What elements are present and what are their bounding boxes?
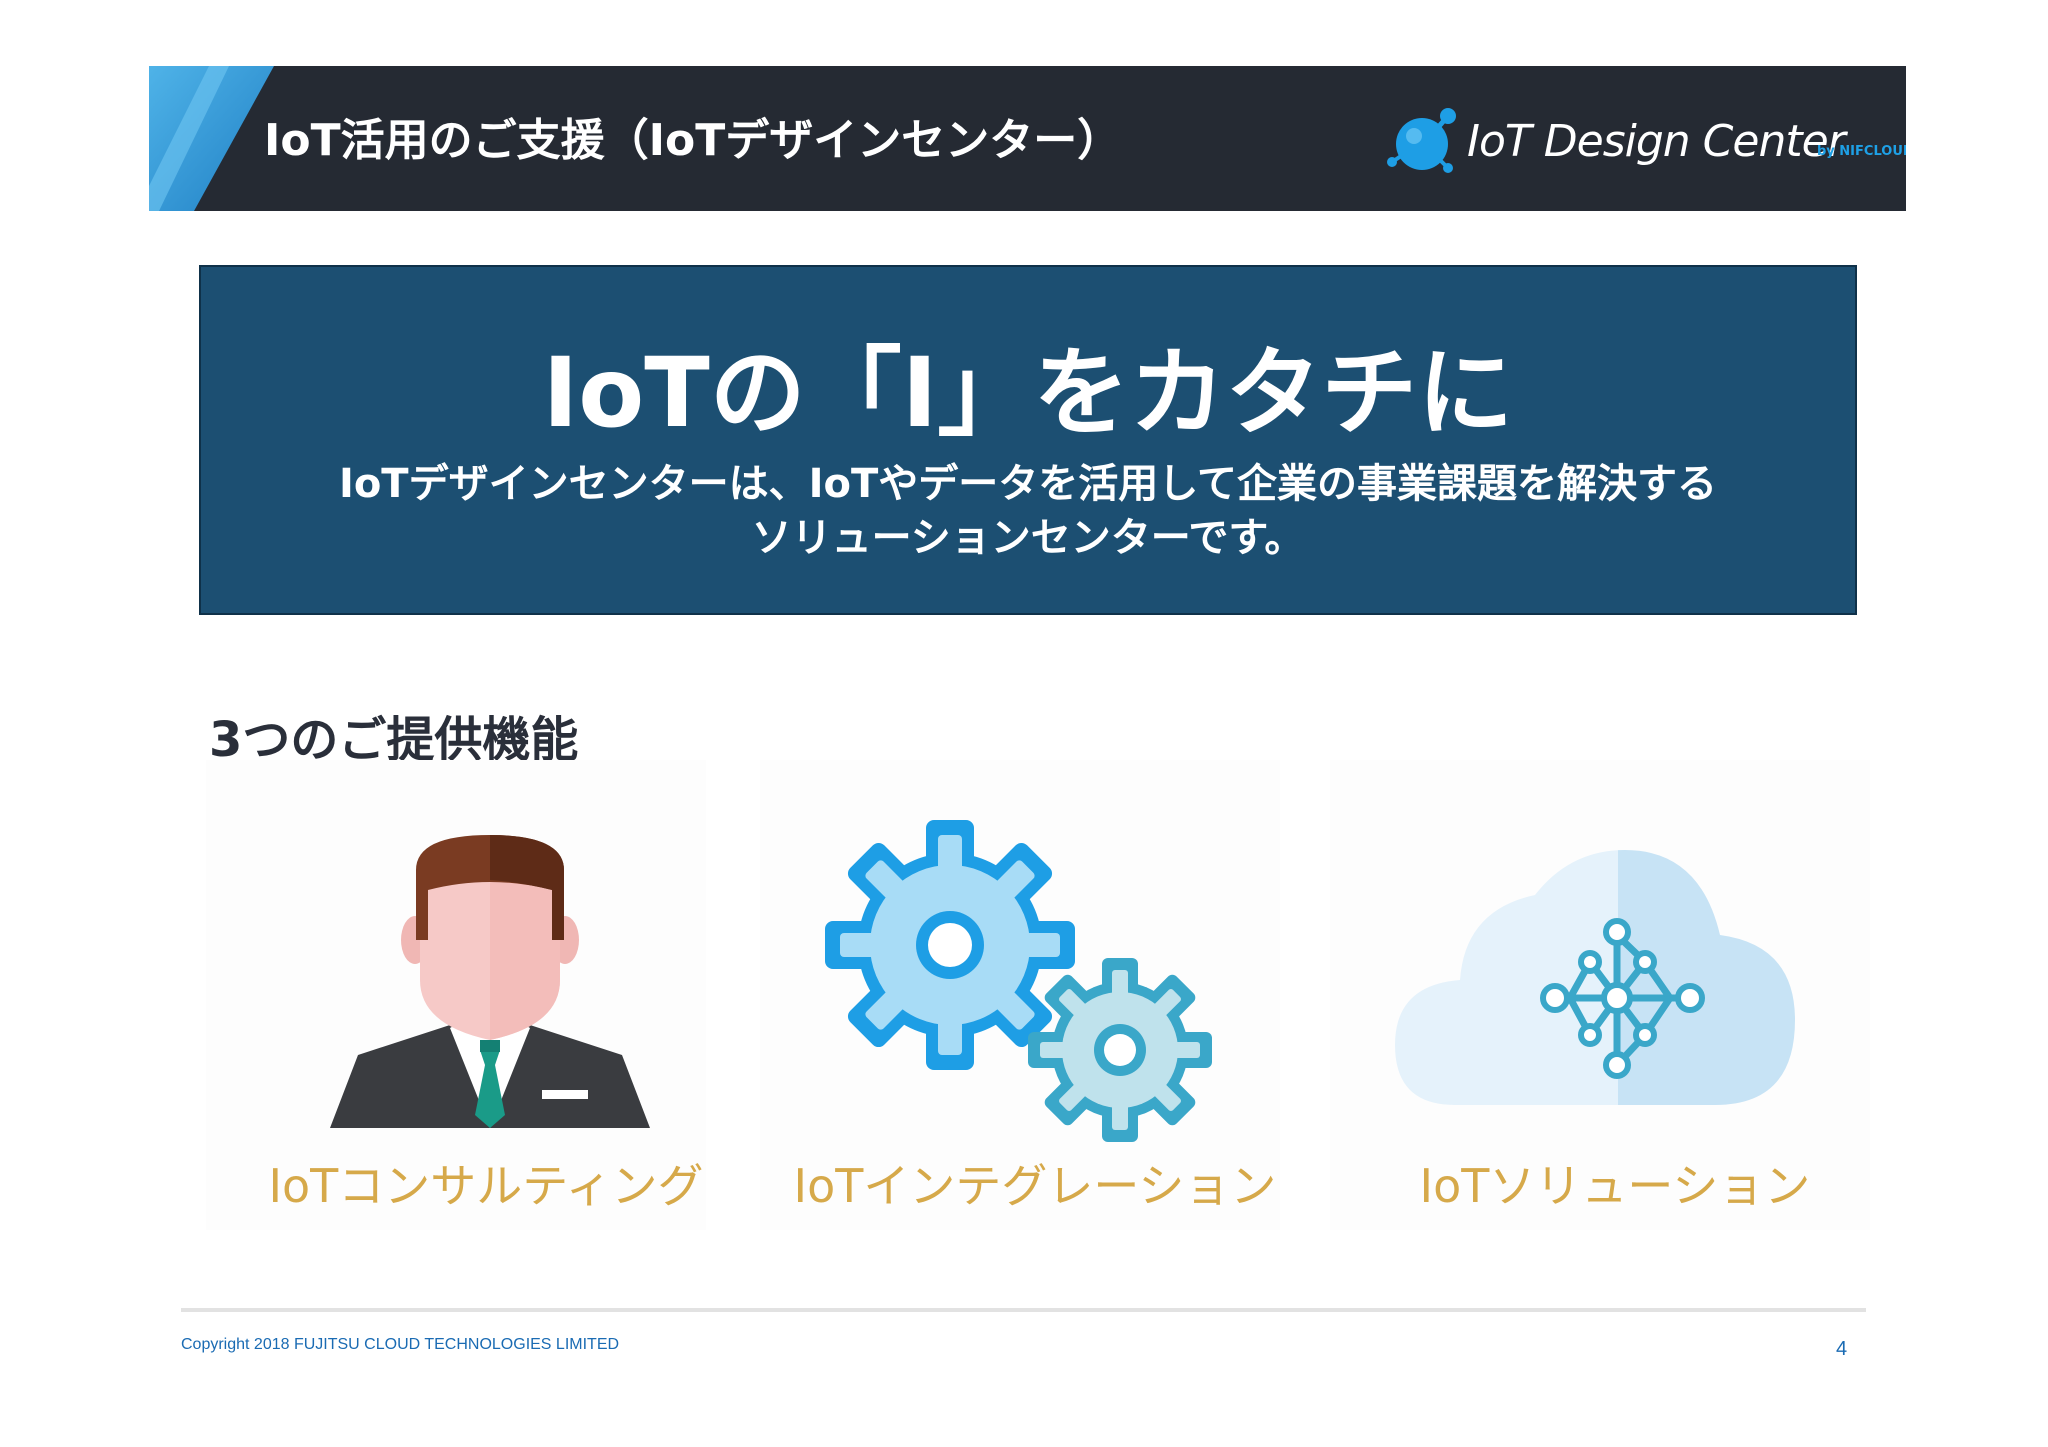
- consultant-icon: [330, 835, 650, 1128]
- hero-subtitle-line1: IoTデザインセンターは、IoTやデータを活用して企業の事業課題を解決する: [338, 461, 1718, 507]
- feature-label-solution: IoTソリューション: [1419, 1159, 1811, 1213]
- logo-text: IoT Design Center: [1467, 116, 1846, 167]
- header-bar: IoT活用のご支援（IoTデザインセンター） IoT Design Center…: [149, 66, 1906, 211]
- copyright-text: Copyright 2018 FUJITSU CLOUD TECHNOLOGIE…: [181, 1336, 620, 1353]
- gears-icon: [825, 820, 1212, 1142]
- footer-divider: [181, 1308, 1866, 1312]
- cloud-network-icon: [1395, 850, 1795, 1105]
- iot-design-center-logo: IoT Design Center by NIFCLOUD: [1382, 94, 1906, 194]
- hero-banner: IoTの「I」をカタチに IoTデザインセンターは、IoTやデータを活用して企業…: [199, 265, 1857, 615]
- hero-title: IoTの「I」をカタチに: [542, 337, 1514, 449]
- hero-subtitle-line2: ソリューションセンターです。: [751, 515, 1305, 561]
- hero-subtitle: IoTデザインセンターは、IoTやデータを活用して企業の事業課題を解決する ソリ…: [201, 457, 1855, 565]
- feature-label-integration: IoTインテグレーション: [793, 1159, 1277, 1213]
- page-number: 4: [1836, 1338, 1848, 1360]
- header-title: IoT活用のご支援（IoTデザインセンター）: [264, 115, 1122, 166]
- feature-label-consulting: IoTコンサルティング: [268, 1159, 704, 1213]
- logo-by-text: by NIFCLOUD: [1817, 144, 1906, 159]
- logo-blob-icon: [1387, 108, 1456, 173]
